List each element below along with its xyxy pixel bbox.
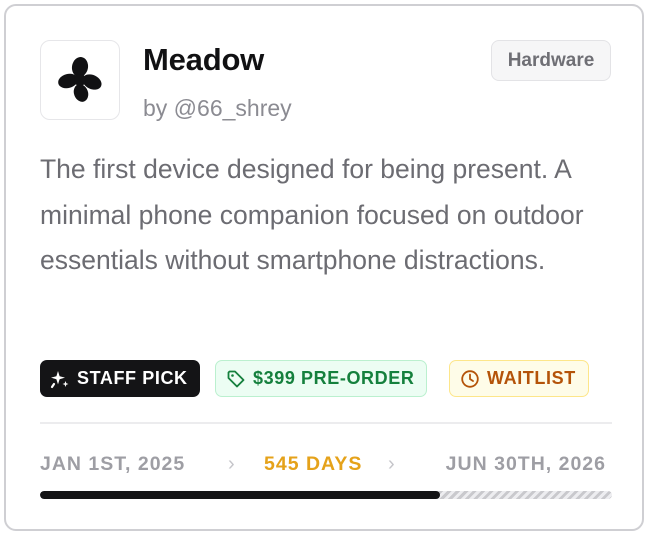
chevron-right-icon: ›: [228, 452, 236, 475]
product-description: The first device designed for being pres…: [40, 154, 584, 275]
clover-icon: [58, 57, 102, 102]
category-tag[interactable]: Hardware: [491, 40, 611, 81]
waitlist-badge: WAITLIST: [449, 360, 589, 397]
product-card[interactable]: Meadow by @66_shrey Hardware The first d…: [4, 4, 644, 531]
end-date: JUN 30TH, 2026: [445, 452, 606, 475]
divider: [40, 422, 612, 424]
price-badge: $399 PRE-ORDER: [215, 360, 428, 397]
sparkle-icon: [50, 370, 69, 388]
waitlist-label: WAITLIST: [487, 368, 576, 388]
chevron-right-icon: ›: [388, 452, 396, 475]
price-label: $399 PRE-ORDER: [253, 368, 415, 388]
tag-icon: [227, 370, 245, 387]
author-byline[interactable]: by @66_shrey: [143, 95, 292, 122]
start-date: JAN 1ST, 2025: [40, 452, 186, 475]
timeline-progress-bar: [40, 491, 612, 499]
product-logo: [40, 40, 120, 120]
staff-pick-badge: STAFF PICK: [40, 360, 200, 397]
timeline-progress-fill: [40, 491, 441, 499]
clock-icon: [461, 369, 479, 388]
duration-days: 545 DAYS: [264, 452, 363, 475]
staff-pick-label: STAFF PICK: [77, 368, 188, 388]
product-title[interactable]: Meadow: [143, 42, 264, 78]
